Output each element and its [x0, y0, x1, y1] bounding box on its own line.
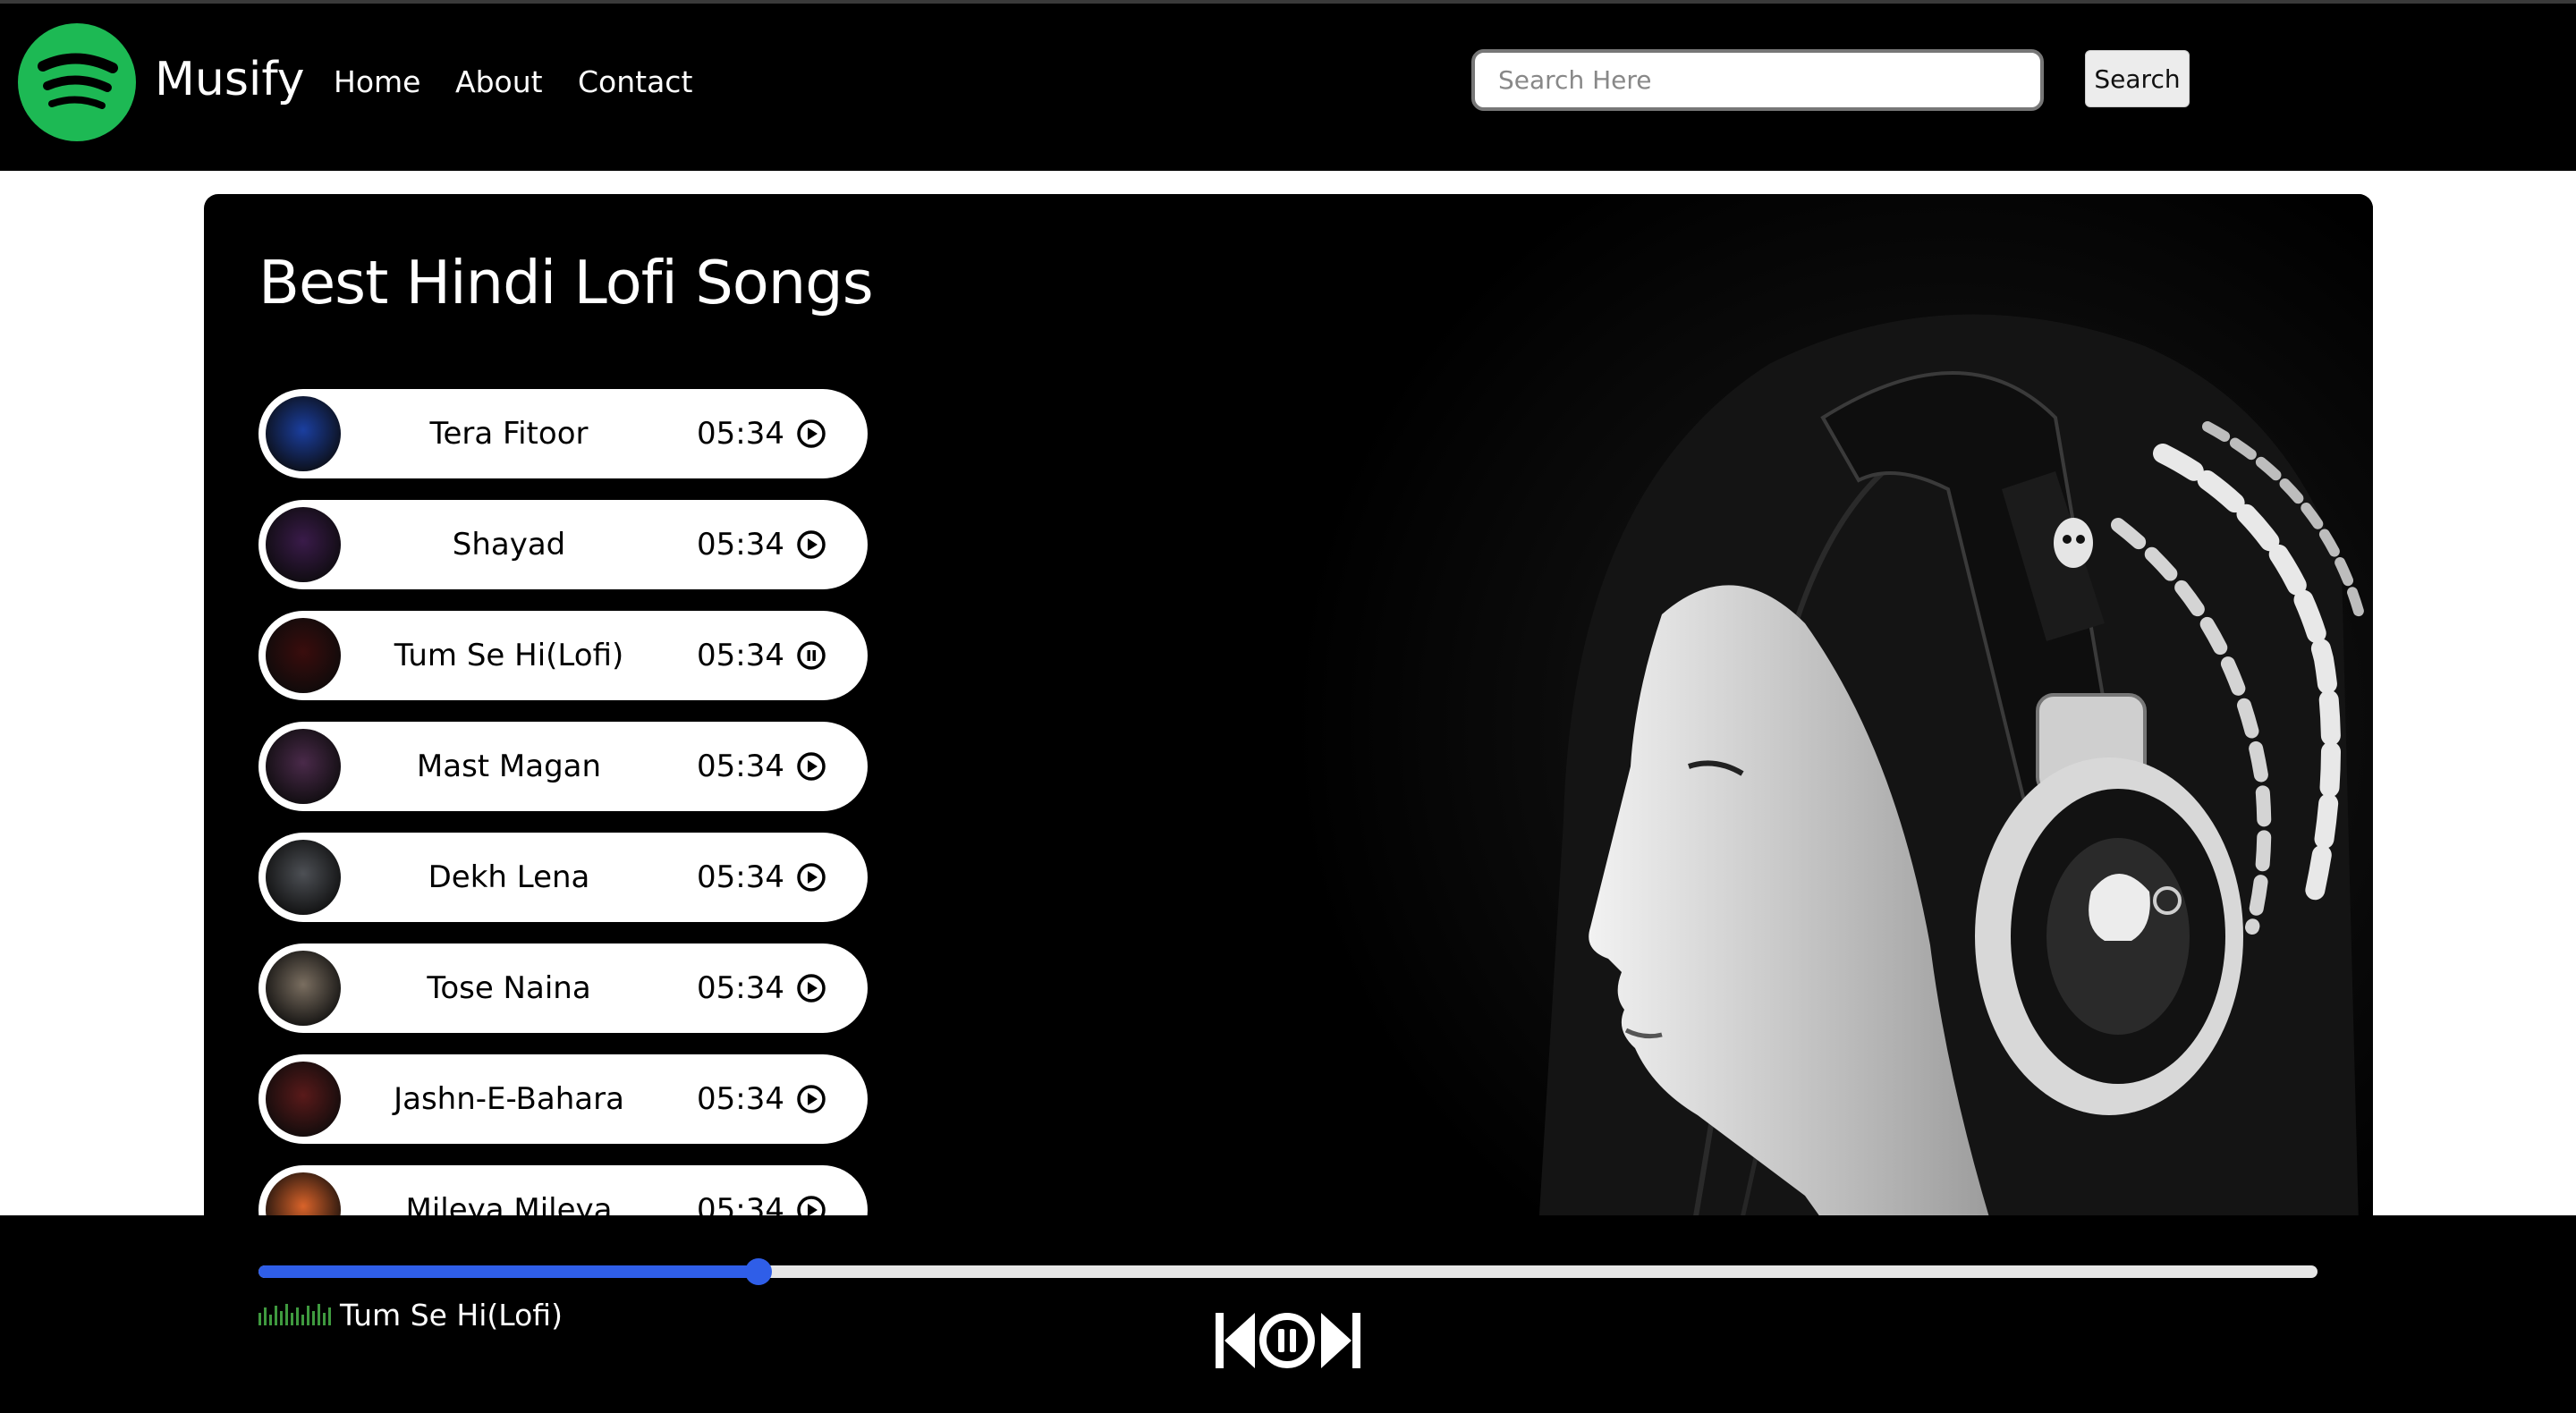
- song-title: Mast Magan: [416, 749, 602, 784]
- progress-fill: [258, 1265, 759, 1278]
- search-button[interactable]: Search: [2085, 50, 2190, 107]
- skip-next-icon[interactable]: [1321, 1313, 1360, 1368]
- song-cover-image: [266, 507, 341, 582]
- pause-circle-icon[interactable]: [1258, 1312, 1316, 1369]
- song-item[interactable]: Tum Se Hi(Lofi) 05:34: [258, 611, 868, 700]
- song-item[interactable]: Dekh Lena 05:34: [258, 833, 868, 922]
- song-cover-image: [266, 618, 341, 693]
- hero-image: [1268, 194, 2373, 1258]
- playlist-title: Best Hindi Lofi Songs: [258, 248, 874, 317]
- nav-link-about[interactable]: About: [455, 64, 543, 99]
- song-duration: 05:34: [697, 638, 784, 673]
- play-circle-icon[interactable]: [796, 419, 826, 449]
- song-duration: 05:34: [697, 859, 784, 895]
- progress-knob[interactable]: [745, 1258, 773, 1285]
- progress-bar[interactable]: [258, 1258, 2318, 1285]
- song-duration: 05:34: [697, 527, 784, 563]
- play-circle-icon[interactable]: [796, 973, 826, 1003]
- nav-link-home[interactable]: Home: [334, 64, 420, 99]
- song-item[interactable]: Tose Naina 05:34: [258, 943, 868, 1033]
- song-title: Tose Naina: [427, 970, 591, 1006]
- song-cover-image: [266, 840, 341, 915]
- song-title: Dekh Lena: [428, 859, 590, 895]
- song-item[interactable]: Mast Magan 05:34: [258, 722, 868, 811]
- brand-name[interactable]: Musify: [155, 53, 305, 106]
- song-item[interactable]: Shayad 05:34: [258, 500, 868, 589]
- top-navbar: Musify Home About Contact Search: [0, 0, 2576, 171]
- song-cover-image: [266, 729, 341, 804]
- playlist-card: Best Hindi Lofi Songs Tera Fitoor 05:34 Sh…: [204, 194, 2373, 1258]
- song-duration: 05:34: [697, 970, 784, 1006]
- song-cover-image: [266, 1062, 341, 1137]
- song-cover-image: [266, 396, 341, 471]
- song-title: Shayad: [452, 527, 566, 563]
- song-duration: 05:34: [697, 1081, 784, 1117]
- skip-previous-icon[interactable]: [1216, 1313, 1255, 1368]
- pause-circle-icon[interactable]: [796, 640, 826, 671]
- equalizer-icon: [258, 1304, 331, 1325]
- song-title: Jashn-E-Bahara: [394, 1081, 624, 1117]
- spotify-logo-icon[interactable]: [18, 23, 136, 141]
- play-circle-icon[interactable]: [796, 529, 826, 560]
- search-input[interactable]: [1471, 49, 2044, 111]
- song-item[interactable]: Jashn-E-Bahara 05:34: [258, 1054, 868, 1144]
- player-bar: Tum Se Hi(Lofi): [0, 1215, 2576, 1413]
- song-title: Tera Fitoor: [429, 416, 589, 452]
- song-title: Tum Se Hi(Lofi): [394, 638, 624, 673]
- song-duration: 05:34: [697, 749, 784, 784]
- play-circle-icon[interactable]: [796, 1084, 826, 1114]
- nav-link-contact[interactable]: Contact: [578, 64, 692, 99]
- song-item[interactable]: Tera Fitoor 05:34: [258, 389, 868, 478]
- song-cover-image: [266, 951, 341, 1026]
- now-playing-title: Tum Se Hi(Lofi): [340, 1298, 563, 1333]
- song-duration: 05:34: [697, 416, 784, 452]
- play-circle-icon[interactable]: [796, 862, 826, 893]
- play-circle-icon[interactable]: [796, 751, 826, 782]
